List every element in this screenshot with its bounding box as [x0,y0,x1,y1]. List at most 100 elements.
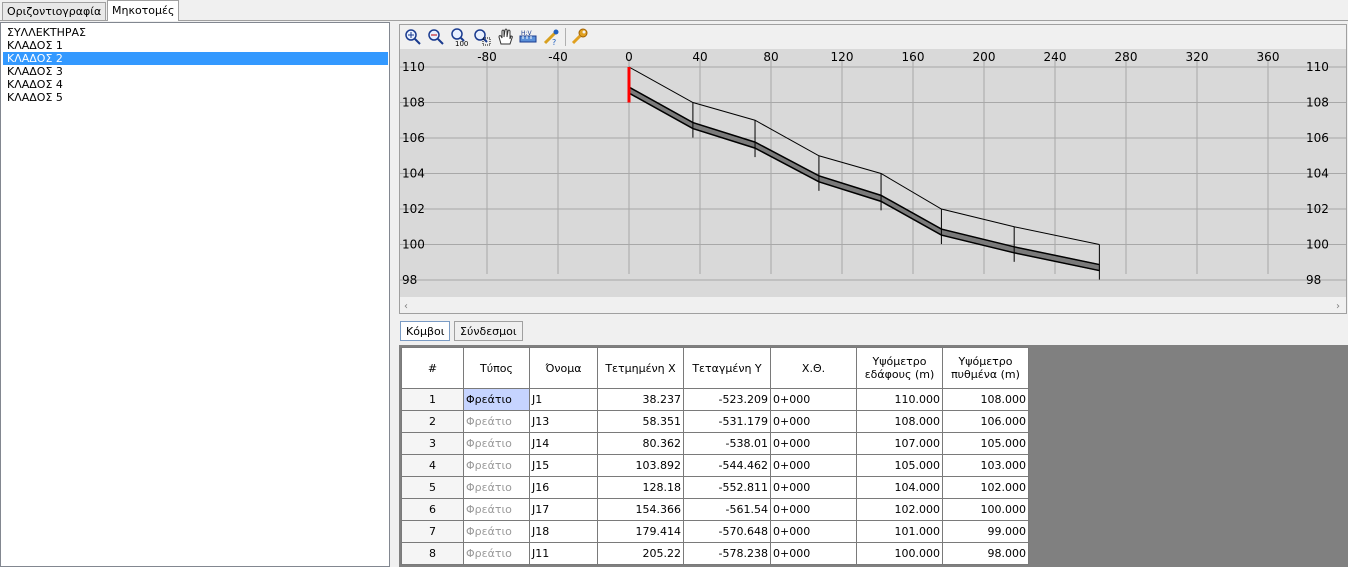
settings-wrench-icon[interactable] [570,27,590,47]
table-cell[interactable]: -561.54 [683,498,771,521]
table-cell[interactable]: -531.179 [683,410,771,433]
table-cell[interactable]: Φρεάτιο [463,454,530,477]
tree-item-branch-2[interactable]: ΚΛΑΔΟΣ 2 [3,52,388,65]
table-cell[interactable]: -544.462 [683,454,771,477]
branch-tree[interactable]: ΣΥΛΛΕΚΤΗΡΑΣ ΚΛΑΔΟΣ 1 ΚΛΑΔΟΣ 2 ΚΛΑΔΟΣ 3 Κ… [0,22,390,567]
table-cell[interactable]: Φρεάτιο [463,476,530,499]
table-cell[interactable]: 205.22 [597,542,684,565]
table-cell[interactable]: J18 [529,520,598,543]
table-cell[interactable]: 103.000 [942,454,1029,477]
table-cell[interactable]: 99.000 [942,520,1029,543]
profile-chart[interactable]: -80-80-40-400040408080120120160160200200… [400,49,1346,297]
table-cell[interactable]: 58.351 [597,410,684,433]
col-x[interactable]: Τετμημένη X [597,347,684,389]
table-cell[interactable]: J16 [529,476,598,499]
table-cell[interactable]: 0+000 [770,432,857,455]
table-cell[interactable]: J1 [529,388,598,411]
tree-item-branch-4[interactable]: ΚΛΑΔΟΣ 4 [1,78,389,91]
table-cell[interactable]: 0+000 [770,542,857,565]
table-cell[interactable]: 105.000 [942,432,1029,455]
table-row[interactable]: 5 Φρεάτιο J16 128.18 -552.811 0+000 104.000 102… [401,476,1029,499]
table-cell[interactable]: 179.414 [597,520,684,543]
zoom-window-icon[interactable] [472,27,492,47]
table-cell[interactable]: 108.000 [942,388,1029,411]
zoom-out-icon[interactable] [426,27,446,47]
table-cell[interactable]: 6 [401,498,464,521]
table-cell[interactable]: 107.000 [856,432,943,455]
table-cell[interactable]: 0+000 [770,476,857,499]
table-cell[interactable]: 0+000 [770,498,857,521]
table-cell[interactable]: J17 [529,498,598,521]
tree-item-branch-3[interactable]: ΚΛΑΔΟΣ 3 [1,65,389,78]
col-y[interactable]: Τεταγμένη Y [683,347,771,389]
table-cell[interactable]: 7 [401,520,464,543]
table-row[interactable]: 4 Φρεάτιο J15 103.892 -544.462 0+000 105.000 10… [401,454,1029,477]
zoom-in-icon[interactable] [403,27,423,47]
table-cell[interactable]: Φρεάτιο [463,432,530,455]
table-cell[interactable]: J14 [529,432,598,455]
table-cell[interactable]: 105.000 [856,454,943,477]
table-cell[interactable]: 0+000 [770,454,857,477]
tab-nodes[interactable]: Κόμβοι [400,321,451,341]
table-cell[interactable]: 103.892 [597,454,684,477]
table-cell[interactable]: 100.000 [942,498,1029,521]
table-cell[interactable]: J15 [529,454,598,477]
table-cell[interactable]: 1 [401,388,464,411]
tree-item-collector[interactable]: ΣΥΛΛΕΚΤΗΡΑΣ [1,26,389,39]
horizontal-scrollbar[interactable]: ‹ › [400,297,1346,313]
table-cell[interactable]: 2 [401,410,464,433]
table-cell[interactable]: -538.01 [683,432,771,455]
zoom-100-icon[interactable]: 100 [449,27,469,48]
col-chainage[interactable]: Χ.Θ. [770,347,857,389]
table-cell[interactable]: 110.000 [856,388,943,411]
table-row[interactable]: 7 Φρεάτιο J18 179.414 -570.648 0+000 101.000 99… [401,520,1029,543]
table-cell[interactable]: 0+000 [770,388,857,411]
table-cell[interactable]: 102.000 [856,498,943,521]
table-row[interactable]: 1 Φρεάτιο J1 38.237 -523.209 0+000 110.000 108.… [401,388,1029,411]
table-cell[interactable]: 100.000 [856,542,943,565]
table-cell[interactable]: 106.000 [942,410,1029,433]
table-cell[interactable]: -523.209 [683,388,771,411]
table-cell[interactable]: 5 [401,476,464,499]
table-cell[interactable]: -552.811 [683,476,771,499]
table-cell[interactable]: 38.237 [597,388,684,411]
table-cell[interactable]: J11 [529,542,598,565]
col-index[interactable]: # [401,347,464,389]
table-row[interactable]: 6 Φρεάτιο J17 154.366 -561.54 0+000 102.000 100… [401,498,1029,521]
col-type[interactable]: Τύπος [463,347,530,389]
col-name[interactable]: Όνομα [529,347,598,389]
table-cell[interactable]: Φρεάτιο [463,498,530,521]
pan-hand-icon[interactable] [495,27,515,47]
tab-longitudinal-profiles[interactable]: Μηκοτομές [107,0,180,21]
tree-item-branch-5[interactable]: ΚΛΑΔΟΣ 5 [1,91,389,104]
tree-item-branch-1[interactable]: ΚΛΑΔΟΣ 1 [1,39,389,52]
table-cell[interactable]: 8 [401,542,464,565]
table-cell[interactable]: 0+000 [770,410,857,433]
measure-icon[interactable]: H:V [518,27,538,47]
table-cell[interactable]: 128.18 [597,476,684,499]
table-cell[interactable]: 102.000 [942,476,1029,499]
table-cell[interactable]: -570.648 [683,520,771,543]
table-cell[interactable]: J13 [529,410,598,433]
table-cell[interactable]: Φρεάτιο [463,520,530,543]
table-cell[interactable]: 104.000 [856,476,943,499]
tab-links[interactable]: Σύνδεσμοι [454,321,523,341]
table-cell[interactable]: 0+000 [770,520,857,543]
table-cell[interactable]: 101.000 [856,520,943,543]
table-cell[interactable]: 4 [401,454,464,477]
table-cell[interactable]: 98.000 [942,542,1029,565]
table-cell[interactable]: Φρεάτιο [463,542,530,565]
col-invert-elev[interactable]: Υψόμετρο πυθμένα (m) [942,347,1029,389]
tab-horizontal-plan[interactable]: Οριζοντιογραφία [2,2,107,20]
col-ground-elev[interactable]: Υψόμετρο εδάφους (m) [856,347,943,389]
table-cell[interactable]: Φρεάτιο [463,388,530,411]
table-cell[interactable]: Φρεάτιο [463,410,530,433]
edit-icon[interactable]: ? [541,27,561,47]
table-row[interactable]: 8 Φρεάτιο J11 205.22 -578.238 0+000 100.000 98.… [401,542,1029,565]
table-row[interactable]: 2 Φρεάτιο J13 58.351 -531.179 0+000 108.000 106… [401,410,1029,433]
table-cell[interactable]: 108.000 [856,410,943,433]
table-cell[interactable]: 3 [401,432,464,455]
table-row[interactable]: 3 Φρεάτιο J14 80.362 -538.01 0+000 107.000 105.… [401,432,1029,455]
table-cell[interactable]: 154.366 [597,498,684,521]
table-cell[interactable]: -578.238 [683,542,771,565]
